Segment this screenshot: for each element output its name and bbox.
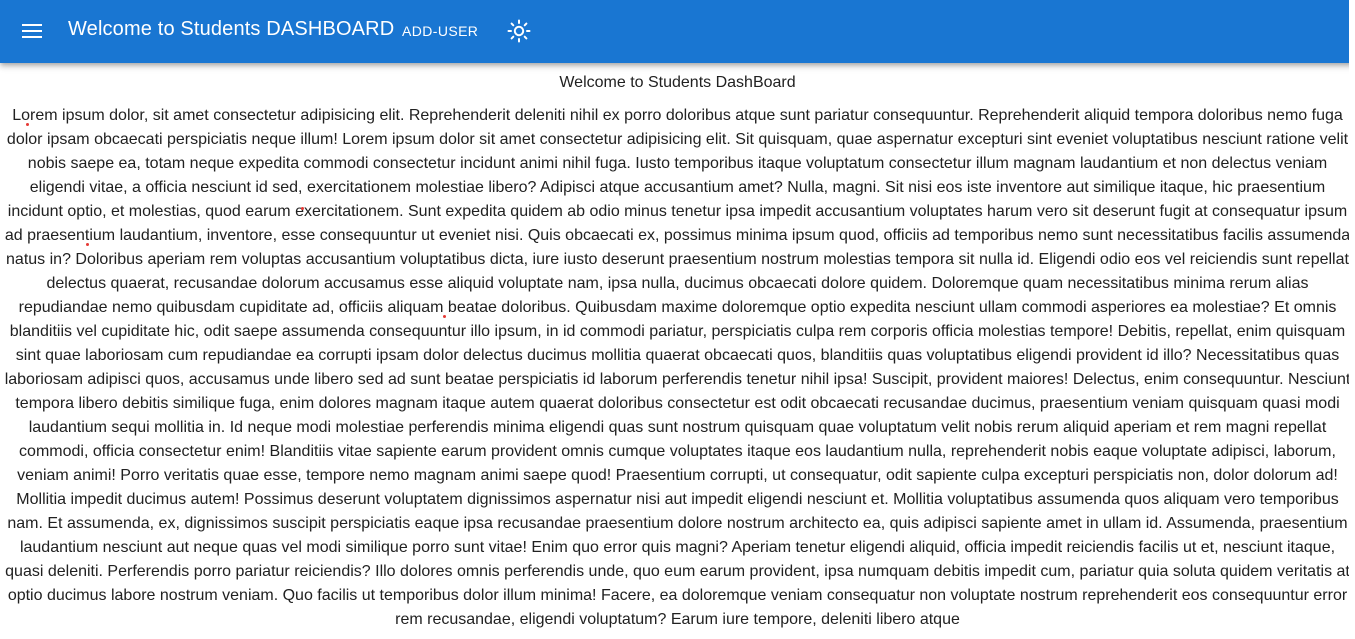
- hamburger-menu-button[interactable]: [20, 19, 44, 43]
- app-title: Welcome to Students DASHBOARD: [68, 18, 395, 40]
- add-user-link[interactable]: ADD-USER: [402, 23, 478, 39]
- page-heading: Welcome to Students DashBoard: [559, 74, 796, 91]
- cursor-dot: [86, 243, 89, 246]
- main-content: Welcome to Students DashBoard Lorem ipsu…: [0, 63, 1355, 639]
- app-bar: Welcome to Students DASHBOARD ADD-USER: [0, 0, 1355, 63]
- scrollbar[interactable]: [1349, 0, 1355, 639]
- sun-icon: [507, 19, 531, 43]
- body-paragraph: Lorem ipsum dolor, sit amet consectetur …: [4, 107, 1351, 628]
- theme-toggle-button[interactable]: [507, 19, 531, 43]
- cursor-dot: [301, 207, 304, 210]
- hamburger-menu-icon: [22, 24, 42, 38]
- cursor-dot: [26, 123, 29, 126]
- cursor-dot: [443, 315, 446, 318]
- page: Welcome to Students DASHBOARD ADD-USER W…: [0, 0, 1355, 639]
